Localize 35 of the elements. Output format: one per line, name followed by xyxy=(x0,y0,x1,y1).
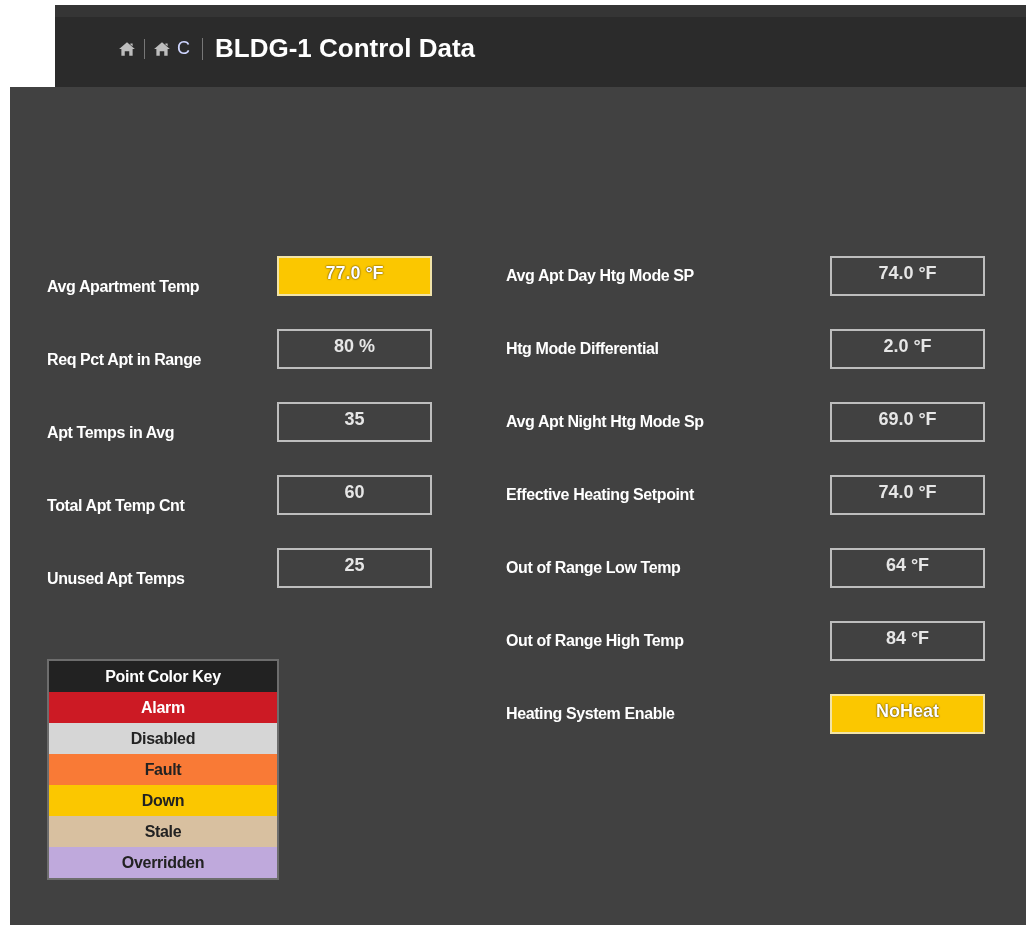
point-label: Avg Apt Day Htg Mode SP xyxy=(506,267,695,285)
point-value: 77.0 °F xyxy=(277,256,432,296)
color-key-item: Fault xyxy=(49,754,277,785)
point-label: Avg Apartment Temp xyxy=(47,277,201,296)
point-value: 74.0 °F xyxy=(830,475,985,515)
point-label: Out of Range Low Temp xyxy=(506,559,682,577)
point-value: 80 % xyxy=(277,329,432,369)
point-value: 69.0 °F xyxy=(830,402,985,442)
point-value: 35 xyxy=(277,402,432,442)
page-title: BLDG-1 Control Data xyxy=(215,33,475,64)
point-value: 25 xyxy=(277,548,432,588)
point-label: Req Pct Apt in Range xyxy=(47,350,203,369)
point-value: 2.0 °F xyxy=(830,329,985,369)
point-label: Heating System Enable xyxy=(506,705,676,723)
point-label: Effective Heating Setpoint xyxy=(506,486,695,504)
home-icon[interactable] xyxy=(153,40,171,57)
point-value: NoHeat xyxy=(830,694,985,734)
color-key-item: Disabled xyxy=(49,723,277,754)
point-value: 64 °F xyxy=(830,548,985,588)
point-value: 60 xyxy=(277,475,432,515)
color-key-item: Overridden xyxy=(49,847,277,878)
point-value: 84 °F xyxy=(830,621,985,661)
home-icon[interactable] xyxy=(118,40,136,57)
color-key-item: Stale xyxy=(49,816,277,847)
color-key-title: Point Color Key xyxy=(49,661,277,692)
point-label: Out of Range High Temp xyxy=(506,632,685,650)
color-key-item: Down xyxy=(49,785,277,816)
point-label: Htg Mode Differential xyxy=(506,340,660,358)
point-label: Total Apt Temp Cnt xyxy=(47,496,186,515)
point-label: Avg Apt Night Htg Mode Sp xyxy=(506,413,705,431)
breadcrumb-link[interactable]: C xyxy=(177,38,190,59)
point-label: Apt Temps in Avg xyxy=(47,423,176,442)
color-key-item: Alarm xyxy=(49,692,277,723)
point-value: 74.0 °F xyxy=(830,256,985,296)
point-label: Unused Apt Temps xyxy=(47,569,186,588)
